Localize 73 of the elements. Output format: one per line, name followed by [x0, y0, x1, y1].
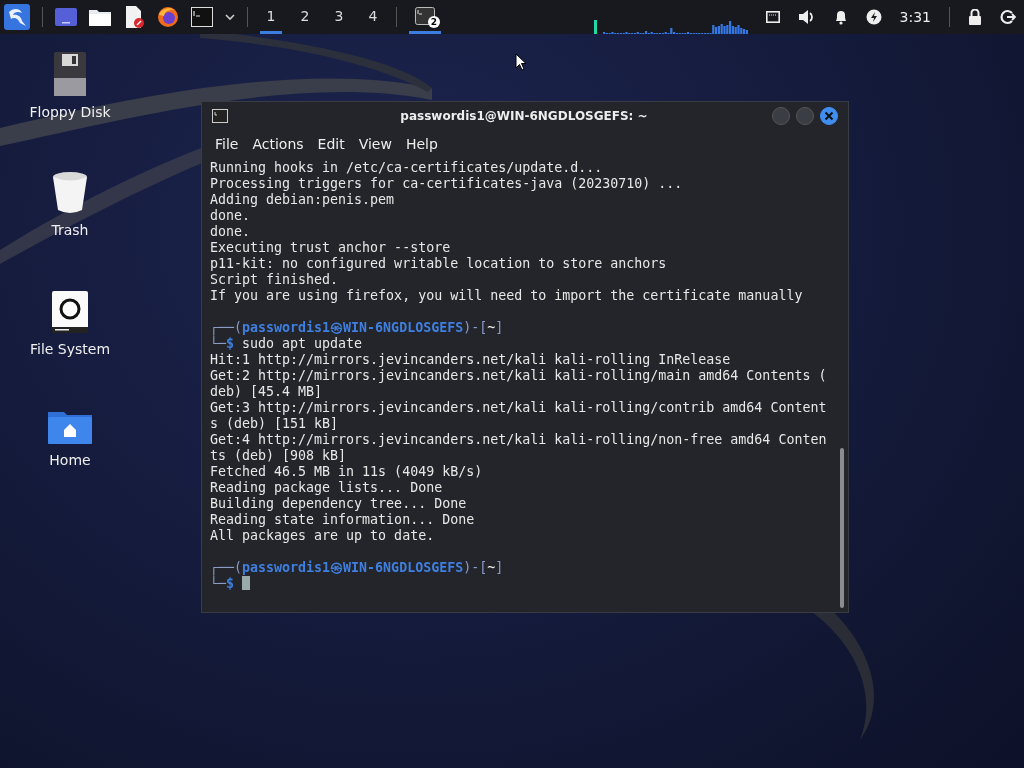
home-folder-icon[interactable]: [48, 410, 92, 444]
prompt-sign: $: [226, 336, 235, 351]
workspace-button[interactable]: 4: [362, 0, 384, 34]
terminal-output-line: Reading package lists... Done: [210, 480, 444, 496]
bell-icon[interactable]: [833, 9, 848, 25]
terminal-output-line: Fetched 46.5 MB in 11s (4049 kB/s): [210, 464, 484, 480]
network-icon[interactable]: [765, 11, 780, 23]
desktop-icon-label[interactable]: Trash: [51, 222, 89, 238]
workspace-button[interactable]: 3: [328, 0, 350, 34]
scrollbar-thumb[interactable]: [840, 448, 844, 608]
volume-icon[interactable]: [797, 9, 816, 25]
close-button[interactable]: [820, 107, 838, 125]
lock-icon[interactable]: [968, 9, 982, 25]
terminal-task-button[interactable]: 2: [409, 0, 441, 34]
terminal-icon: [212, 109, 228, 123]
browser-icon[interactable]: [157, 6, 179, 28]
terminal-icon[interactable]: [191, 7, 213, 27]
terminal-output-line: done.: [210, 224, 252, 240]
terminal-icon: [415, 6, 435, 25]
terminal-output-line: Get:3 http://mirrors.jevincanders.net/kali kali-rolling/contrib amd64 Contents (deb) [151 kB]: [210, 400, 827, 432]
clock[interactable]: 3:31: [899, 9, 931, 25]
terminal-output-line: Hit:1 http://mirrors.jevincanders.net/kali kali-rolling InRelease: [210, 352, 732, 368]
desktop-icon[interactable]: [55, 8, 77, 26]
prompt-directory: ~: [487, 560, 496, 575]
terminal-output-line: done.: [210, 208, 252, 224]
workspace-button[interactable]: 1: [260, 0, 282, 34]
menu-item[interactable]: File: [208, 136, 246, 152]
workspace-button[interactable]: 2: [294, 0, 316, 34]
desktop-icon-label[interactable]: Home: [49, 452, 91, 468]
folder-icon[interactable]: [89, 8, 111, 26]
menu-item[interactable]: View: [351, 136, 399, 152]
menu-item[interactable]: Help: [398, 136, 445, 152]
desktop-icon-label[interactable]: File System: [29, 341, 111, 357]
prompt-user-host: passwordis1㉿WIN-6NGDLOSGEFS: [242, 320, 464, 335]
terminal-output-line: Executing trust anchor --store: [210, 240, 452, 256]
prompt-directory: ~: [487, 320, 496, 335]
menu-item[interactable]: Edit: [310, 136, 352, 152]
power-icon[interactable]: [865, 9, 882, 25]
prompt-frame: ]: [495, 560, 504, 575]
prompt-frame: ]: [495, 320, 504, 335]
dragon-menu-icon[interactable]: [4, 4, 30, 30]
prompt-frame: ┌──(: [210, 320, 243, 335]
terminal-output-line: Processing triggers for ca-certificates-java (20230710) ...: [210, 176, 684, 192]
window-title: passwordis1@WIN-6NGDLOSGEFS: ~: [399, 109, 649, 123]
text-cursor: [242, 576, 251, 590]
mouse-pointer-icon: [515, 53, 527, 71]
terminal-output-line: Get:4 http://mirrors.jevincanders.net/kali kali-rolling/non-free amd64 Contents (deb) [908 kB]: [210, 432, 827, 464]
terminal-output-line: Reading state information... Done: [210, 512, 476, 528]
terminal-output-line: All packages are up to date.: [210, 528, 436, 544]
prompt-frame: └─: [210, 336, 226, 351]
terminal-output-line: Script finished.: [210, 272, 340, 288]
terminal-output-line: Get:2 http://mirrors.jevincanders.net/kali kali-rolling/main amd64 Contents (deb) [45.4 MB]: [210, 368, 827, 400]
document-icon[interactable]: [123, 6, 145, 28]
prompt-sign: $: [226, 576, 235, 591]
terminal-output-line: Building dependency tree... Done: [210, 496, 468, 512]
window-count-badge: 2: [428, 16, 440, 28]
prompt-user-host: passwordis1㉿WIN-6NGDLOSGEFS: [242, 560, 464, 575]
desktop-icon-label[interactable]: Floppy Disk: [29, 104, 111, 120]
caret-icon[interactable]: [225, 13, 235, 21]
prompt-frame: )-[: [463, 320, 488, 335]
terminal-output-line: If you are using firefox, you will need to import the certificate manually: [210, 288, 804, 304]
close-icon: [824, 111, 834, 121]
command-text: sudo apt update: [242, 336, 363, 351]
terminal-output-line: Adding debian:penis.pem: [210, 192, 396, 208]
prompt-frame: ┌──(: [210, 560, 243, 575]
menu-item[interactable]: Actions: [245, 136, 311, 152]
trash-icon[interactable]: [52, 172, 88, 214]
drive-icon[interactable]: [52, 291, 88, 333]
prompt-frame: └─: [210, 576, 226, 591]
prompt-frame: )-[: [463, 560, 488, 575]
terminal-output-line: Running hooks in /etc/ca-certificates/update.d...: [210, 160, 604, 176]
logout-icon[interactable]: [1000, 9, 1016, 25]
terminal-output-line: p11-kit: no configured writable location to store anchors: [210, 256, 668, 272]
